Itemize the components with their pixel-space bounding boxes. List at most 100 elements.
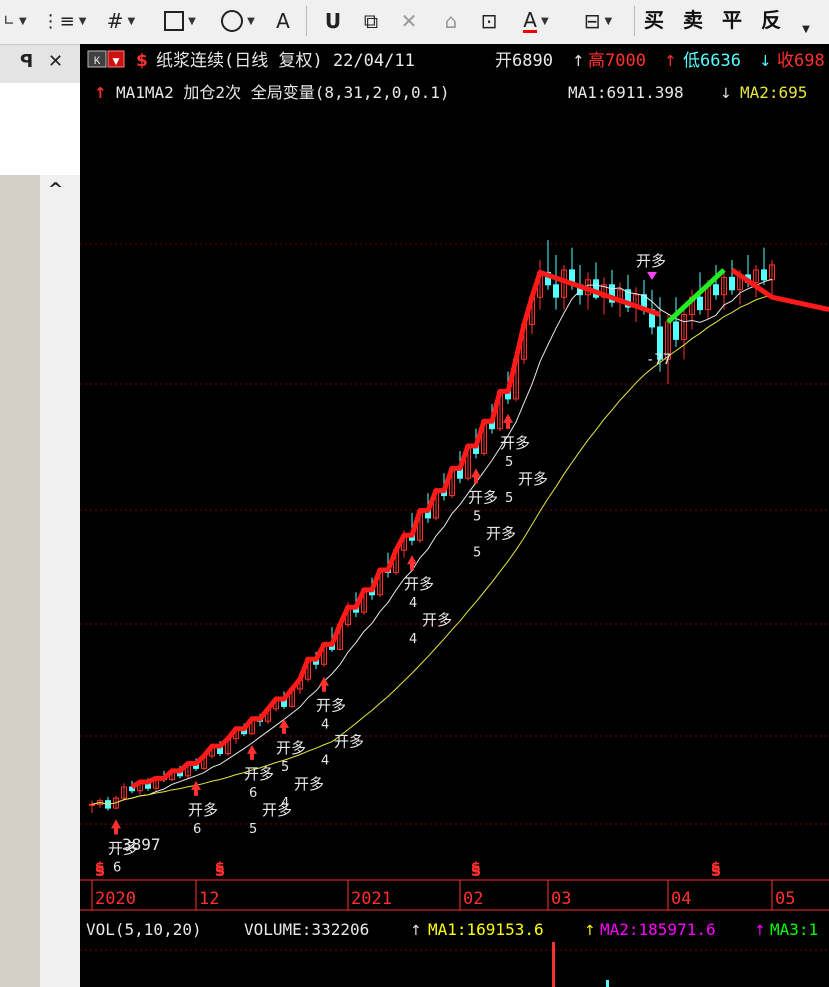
price-annotation: 3897	[122, 835, 161, 854]
position-count: 5	[249, 822, 257, 837]
dollar-icon: $	[136, 51, 148, 71]
list-tool-button[interactable]: ⋮≡ ▼	[40, 6, 88, 36]
low-price: 低6636	[683, 51, 741, 71]
rectangle-tool-button[interactable]: ▼	[154, 6, 206, 36]
dock-panel-blank	[0, 83, 80, 175]
reverse-button[interactable]: 反	[761, 4, 781, 33]
chart-title: 纸浆连续(日线 复权) 22/04/11	[156, 51, 415, 71]
ellipse-tool-button[interactable]: ▼	[212, 6, 264, 36]
signal-arrow-icon	[279, 718, 289, 734]
volume-bar	[606, 980, 609, 987]
x-tick-label: 05	[775, 889, 795, 909]
magnet-icon: U	[324, 9, 342, 33]
signal-label: 开多	[486, 524, 516, 542]
signal-label: 开多	[294, 775, 324, 793]
dock-panel-list	[0, 175, 40, 987]
signal-arrow-icon	[471, 468, 481, 484]
candle-body	[553, 284, 559, 298]
sell-button[interactable]: 卖	[683, 4, 703, 33]
ma-long-line	[91, 294, 773, 805]
x-tick-label: 03	[551, 889, 571, 909]
down-arrow-icon: ↓	[759, 52, 772, 70]
vol-volume: VOLUME:332206	[244, 920, 369, 939]
signal-arrow-icon	[191, 780, 201, 796]
dock-panel-scrollbar[interactable]: ^	[40, 175, 74, 987]
high-price: 高7000	[588, 51, 646, 71]
position-count: 5	[473, 509, 481, 524]
vol-ma1: MA1:169153.6	[428, 920, 544, 939]
kline-chart[interactable]: K ▼ $ 纸浆连续(日线 复权) 22/04/11 开6890 ↑ 高7000…	[80, 44, 829, 987]
candle-body	[697, 296, 703, 311]
text-tool-button[interactable]: A	[268, 6, 298, 36]
up-arrow-icon: ↑	[664, 52, 677, 70]
position-count: 4	[321, 718, 329, 733]
up-arrow-icon: ↑	[754, 923, 766, 939]
dollar-marker-icon: $	[95, 860, 105, 876]
close-position-button[interactable]: 平	[722, 4, 742, 33]
kline-svg: K ▼ $ 纸浆连续(日线 复权) 22/04/11 开6890 ↑ 高7000…	[80, 50, 829, 987]
save-icon: ⊟	[583, 9, 601, 33]
dollar-marker-icon: $	[471, 860, 481, 876]
position-count: 4	[321, 754, 329, 769]
lock-tool-button[interactable]: ⊡	[474, 6, 504, 36]
magnet-tool-button[interactable]: U	[318, 6, 348, 36]
trash-tool-button[interactable]: ⌂	[436, 6, 466, 36]
signal-label: 开多	[316, 697, 346, 715]
signal-label: 开多	[422, 611, 452, 629]
signal-arrow-icon	[319, 676, 329, 692]
position-count: 4	[409, 632, 417, 647]
x-axis: 2020 12 2021 02 03 04 05	[91, 880, 795, 910]
position-line-long	[130, 269, 661, 790]
vol-ma2: MA2:185971.6	[600, 920, 716, 939]
signal-label: 开多	[468, 488, 498, 506]
candles	[89, 240, 775, 814]
price-grid	[80, 243, 829, 825]
close-icon[interactable]: ✕	[48, 51, 63, 72]
dollar-marker-icon: $	[711, 860, 721, 876]
position-count: 4	[281, 796, 289, 811]
candle-body	[713, 284, 719, 296]
signal-arrow-icon	[407, 555, 417, 571]
save-tool-button[interactable]: ⊟ ▼	[570, 6, 626, 36]
line-tool-button[interactable]: ∟ ▼	[0, 6, 30, 36]
pin-icon[interactable]: ꟼ	[20, 51, 33, 72]
signal-label: 开多	[244, 765, 274, 783]
copy-tool-button[interactable]: ⧉	[356, 6, 386, 36]
position-count: 5	[505, 491, 513, 506]
trade-signals: 开多6开多6开多6开多5开多5开多4开多4开多4开多4开多4开多5开多5开多5开…	[108, 252, 666, 875]
signal-label: 开多	[404, 575, 434, 593]
toolbar: ∟ ▼ ⋮≡ ▼ # ▼ ▼ ▼ A U ⧉ ✕ ⌂ ⊡ A ▼ ⊟ ▼ 买 卖 平 反 …	[0, 0, 829, 45]
candle-body	[761, 269, 767, 281]
position-count: 5	[473, 545, 481, 560]
candle-body	[729, 276, 735, 291]
font-color-button[interactable]: A ▼	[512, 6, 560, 36]
delete-tool-button[interactable]: ✕	[394, 6, 424, 36]
short-signal-icon	[647, 271, 657, 280]
signal-label: 开多	[276, 739, 306, 757]
scroll-up-icon[interactable]: ^	[48, 179, 63, 200]
signal-arrow-icon	[247, 744, 257, 760]
vol-ma3: MA3:1	[770, 920, 818, 939]
signal-label: 开多	[500, 434, 530, 452]
dollar-marker-icon: $	[215, 860, 225, 876]
down-arrow-icon: ↓	[720, 86, 732, 102]
indicator-line: MA1MA2 加仓2次 全局变量(8,31,2,0,0.1)	[116, 83, 450, 102]
vol-label: VOL(5,10,20)	[86, 920, 202, 939]
grid-tool-button[interactable]: # ▼	[96, 6, 146, 36]
position-count: 4	[409, 596, 417, 611]
signal-label: 开多	[636, 252, 666, 270]
position-count: 6	[249, 786, 257, 801]
lock-icon: ⊡	[480, 9, 498, 33]
candle-body	[673, 321, 679, 340]
position-count: 6	[193, 822, 201, 837]
up-arrow-icon: ↑	[584, 923, 596, 939]
x-tick-label: 04	[671, 889, 691, 909]
k-button-label: K	[94, 56, 101, 68]
signal-label: 开多	[334, 733, 364, 751]
buy-button[interactable]: 买	[644, 4, 664, 33]
signal-arrow-icon	[111, 819, 121, 835]
more-chevron-icon[interactable]: ▼	[796, 14, 816, 44]
signal-label: 开多	[188, 801, 218, 819]
copy-icon: ⧉	[363, 9, 379, 33]
signal-label: 开多	[518, 470, 548, 488]
